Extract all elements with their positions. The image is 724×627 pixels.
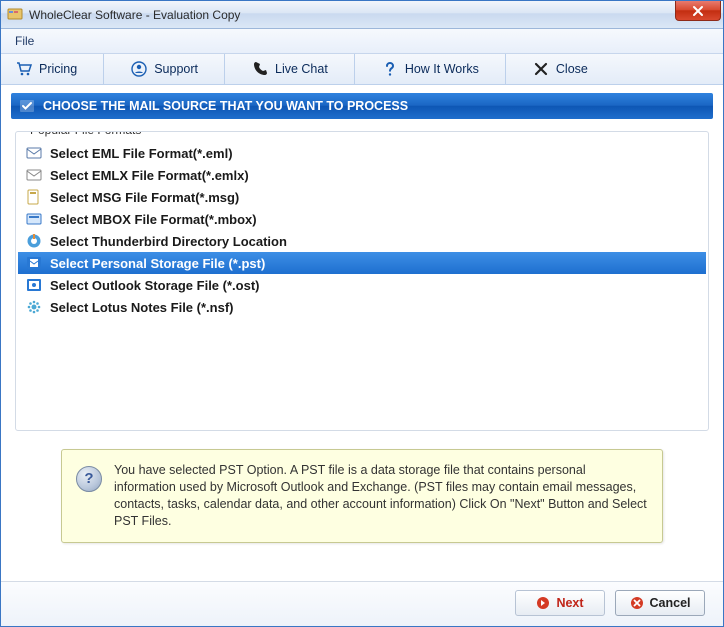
format-list: Select EML File Format(*.eml) Select EMLX… [16,132,708,320]
format-item-3[interactable]: Select MBOX File Format(*.mbox) [18,208,706,230]
toolbar-howitworks[interactable]: How It Works [377,58,483,80]
cancel-button[interactable]: Cancel [615,590,705,616]
footer: Next Cancel [1,581,723,626]
format-item-label: Select EMLX File Format(*.emlx) [50,168,249,183]
format-item-label: Select MSG File Format(*.msg) [50,190,239,205]
info-box: ? You have selected PST Option. A PST fi… [61,449,663,543]
groupbox-legend: Popular File Formats [26,131,145,137]
formats-groupbox: Popular File Formats Select EML File For… [15,131,709,431]
content-area: CHOOSE THE MAIL SOURCE THAT YOU WANT TO … [1,85,723,581]
toolbar-pricing-label: Pricing [39,62,77,76]
toolbar-livechat[interactable]: Live Chat [247,58,332,80]
format-item-2[interactable]: Select MSG File Format(*.msg) [18,186,706,208]
ost-icon [26,277,42,293]
format-item-4[interactable]: Select Thunderbird Directory Location [18,230,706,252]
question-icon [381,60,399,78]
format-item-label: Select Outlook Storage File (*.ost) [50,278,259,293]
format-item-label: Select Personal Storage File (*.pst) [50,256,265,271]
menubar: File [1,29,723,54]
window-title: WholeClear Software - Evaluation Copy [29,8,240,22]
toolbar-close[interactable]: Close [528,58,592,80]
cancel-icon [630,596,644,610]
format-item-label: Select MBOX File Format(*.mbox) [50,212,257,227]
toolbar-support-label: Support [154,62,198,76]
emlx-icon [26,167,42,183]
cancel-button-label: Cancel [650,596,691,610]
app-icon [7,7,23,23]
format-item-label: Select EML File Format(*.eml) [50,146,233,161]
info-text: You have selected PST Option. A PST file… [114,462,648,530]
app-window: WholeClear Software - Evaluation Copy Fi… [0,0,724,627]
next-button-label: Next [556,596,583,610]
format-item-label: Select Lotus Notes File (*.nsf) [50,300,233,315]
titlebar: WholeClear Software - Evaluation Copy [1,1,723,29]
toolbar-close-label: Close [556,62,588,76]
toolbar: Pricing Support Live Chat How It Works C… [1,54,723,85]
msg-icon [26,189,42,205]
format-item-5[interactable]: Select Personal Storage File (*.pst) [18,252,706,274]
heading-bar: CHOOSE THE MAIL SOURCE THAT YOU WANT TO … [11,93,713,119]
help-icon: ? [76,466,102,492]
heading-text: CHOOSE THE MAIL SOURCE THAT YOU WANT TO … [43,99,408,113]
toolbar-pricing[interactable]: Pricing [11,58,81,80]
format-item-0[interactable]: Select EML File Format(*.eml) [18,142,706,164]
mbox-icon [26,211,42,227]
eml-icon [26,145,42,161]
format-item-6[interactable]: Select Outlook Storage File (*.ost) [18,274,706,296]
close-icon [532,60,550,78]
format-item-label: Select Thunderbird Directory Location [50,234,287,249]
select-icon [19,98,35,114]
toolbar-howitworks-label: How It Works [405,62,479,76]
format-item-1[interactable]: Select EMLX File Format(*.emlx) [18,164,706,186]
arrow-right-icon [536,596,550,610]
nsf-icon [26,299,42,315]
toolbar-livechat-label: Live Chat [275,62,328,76]
white-panel: Popular File Formats Select EML File For… [11,119,713,581]
thunderbird-icon [26,233,42,249]
pst-icon [26,255,42,271]
toolbar-support[interactable]: Support [126,58,202,80]
format-item-7[interactable]: Select Lotus Notes File (*.nsf) [18,296,706,318]
window-close-button[interactable] [675,1,721,21]
phone-icon [251,60,269,78]
headset-icon [130,60,148,78]
menu-file[interactable]: File [9,32,40,50]
cart-icon [15,60,33,78]
next-button[interactable]: Next [515,590,605,616]
